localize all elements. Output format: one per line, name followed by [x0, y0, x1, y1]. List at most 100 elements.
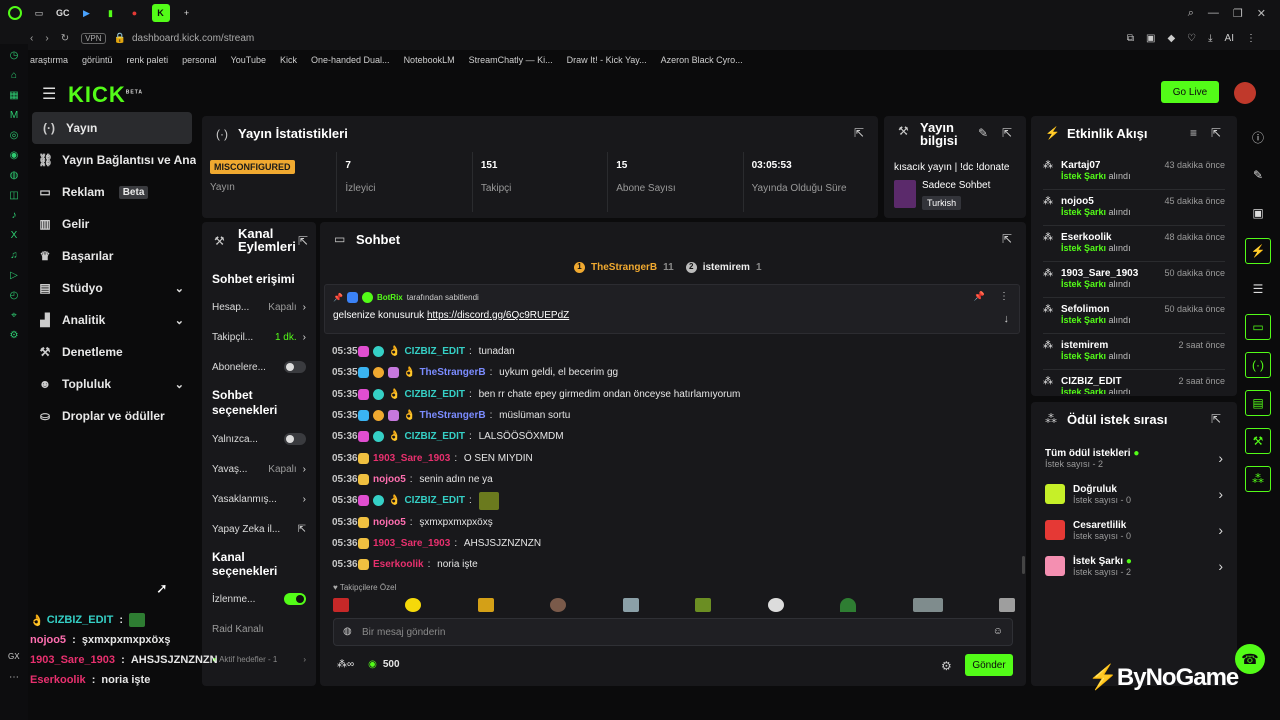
reward-all[interactable]: Tüm ödül istekleri ● İstek sayısı - 2 ›	[1045, 440, 1223, 476]
bookmark-item[interactable]: personal	[182, 55, 217, 65]
reward-item[interactable]: Cesaretlilik İstek sayısı - 0 ›	[1045, 512, 1223, 548]
download-icon[interactable]: ⤓	[1208, 33, 1212, 44]
bookmark-item[interactable]: NotebookLM	[404, 55, 455, 65]
sidebar-item-studyo[interactable]: ▤ Stüdyo ⌄	[28, 272, 196, 304]
sidebar-item-reklam[interactable]: ▭ Reklam Beta	[28, 176, 196, 208]
vpn-badge[interactable]: VPN	[81, 32, 106, 44]
url-text[interactable]: dashboard.kick.com/stream	[132, 33, 254, 44]
expand-icon[interactable]: ↓	[1004, 313, 1010, 325]
tiktok-icon[interactable]: ♪	[12, 210, 17, 221]
popout-icon[interactable]: ⇱	[1211, 412, 1221, 426]
popout-icon[interactable]: ⇱	[854, 126, 864, 140]
snapshot-icon[interactable]: ▣	[1146, 33, 1155, 44]
sidebar-item-basarilar[interactable]: ♛ Başarılar	[28, 240, 196, 272]
send-button[interactable]: Gönder	[965, 654, 1013, 676]
emote-icon[interactable]	[998, 598, 1015, 612]
search-icon[interactable]: ⌕	[1188, 7, 1194, 20]
bookmark-item[interactable]: araştırma	[30, 55, 68, 65]
hamburger-icon[interactable]: ☰	[42, 84, 56, 104]
actions-icon[interactable]: ▤	[1245, 390, 1271, 416]
tab-flame-icon[interactable]: ●	[128, 6, 142, 20]
emote-icon[interactable]	[695, 598, 712, 612]
chatgpt-icon[interactable]: ◎	[10, 130, 19, 141]
bookmark-item[interactable]: YouTube	[231, 55, 266, 65]
emoji-icon[interactable]: ☺	[993, 626, 1003, 637]
reward-item[interactable]: Doğruluk İstek sayısı - 0 ›	[1045, 476, 1223, 512]
sidebar-item-analitik[interactable]: ▟ Analitik ⌄	[28, 304, 196, 336]
emote-icon[interactable]	[912, 598, 943, 612]
setting-slow-mode[interactable]: Yavaş... Kapalı ›	[202, 454, 316, 484]
bookmark-item[interactable]: renk paleti	[127, 55, 169, 65]
stats-icon[interactable]: ▣	[1245, 200, 1271, 226]
gx-icon[interactable]: GX	[8, 652, 20, 661]
sidebar-item-gelir[interactable]: ▥ Gelir	[28, 208, 196, 240]
bookmark-item[interactable]: görüntü	[82, 55, 113, 65]
setting-ai-moderation[interactable]: Yapay Zeka il... ⇱	[202, 514, 316, 544]
sidebar-item-stream-key[interactable]: ⛓Yayın Bağlantısı ve Anahtarı	[28, 144, 196, 176]
ai-label[interactable]: AI	[1225, 33, 1234, 44]
address-bar[interactable]: ‹ › ↻ VPN 🔒 dashboard.kick.com/stream ⧉ …	[30, 28, 1280, 48]
emote-icon[interactable]	[333, 598, 349, 612]
popout-icon[interactable]: ⇱	[298, 234, 308, 248]
scrollbar[interactable]	[1022, 556, 1025, 574]
popout-icon[interactable]: ⇱	[1002, 126, 1012, 140]
setting-banned-words[interactable]: Yasaklanmış... ›	[202, 484, 316, 514]
chat-input[interactable]: ◍ Bir mesaj gönderin ☺	[333, 618, 1013, 646]
tab-play-icon[interactable]: ▶	[80, 6, 94, 20]
emote-icon[interactable]	[477, 598, 494, 612]
close-icon[interactable]: ✕	[1257, 7, 1266, 20]
workspace-icon[interactable]: ▦	[9, 90, 18, 101]
tab-gc[interactable]: GC	[56, 6, 70, 20]
setting-followers-only[interactable]: Takipçil... 1 dk. ›	[202, 322, 316, 352]
bookmark-icon[interactable]: ♡	[1187, 33, 1196, 44]
popout-icon[interactable]: ⇱	[1211, 126, 1221, 140]
chat-settings-icon[interactable]: ◍	[343, 626, 352, 637]
bookmark-item[interactable]: Draw It! - Kick Yay...	[567, 55, 647, 65]
tab-kick-active[interactable]: K	[151, 4, 170, 22]
pin-icon[interactable]: ⌖	[11, 310, 17, 321]
emote-icon[interactable]	[550, 598, 567, 612]
list-icon[interactable]: ☰	[1245, 276, 1271, 302]
bookmark-item[interactable]: StreamChatly — Ki...	[469, 55, 553, 65]
more-icon[interactable]: ⋯	[9, 672, 19, 683]
player-icon[interactable]: ▷	[10, 270, 18, 281]
help-button[interactable]: ☎	[1235, 644, 1265, 674]
shield-icon[interactable]: ◆	[1167, 33, 1175, 44]
bookmark-item[interactable]: One-handed Dual...	[311, 55, 390, 65]
forward-icon[interactable]: ›	[45, 33, 48, 44]
menu-icon[interactable]: ⋮	[1246, 33, 1256, 44]
reload-icon[interactable]: ↻	[61, 33, 69, 44]
m-icon[interactable]: M	[10, 110, 18, 121]
restore-icon[interactable]: ❐	[1233, 7, 1243, 20]
reward-icon[interactable]: ⁂∞	[337, 659, 354, 670]
wrench-icon[interactable]: ⚒	[1245, 428, 1271, 454]
instagram-icon[interactable]: ◫	[9, 190, 18, 201]
more-icon[interactable]: ⋮	[999, 291, 1009, 302]
kick-logo[interactable]: KICKBETA	[68, 82, 143, 108]
sidebar-item-topluluk[interactable]: ☻ Topluluk ⌄	[28, 368, 196, 400]
tab-bars-icon[interactable]: ▮	[104, 6, 118, 20]
aria-icon[interactable]: ⌂	[11, 70, 17, 81]
viewers-toggle[interactable]	[284, 593, 306, 605]
sidebar-item-droplar[interactable]: ⛀ Droplar ve ödüller	[28, 400, 196, 432]
broadcast-icon[interactable]: (·)	[1245, 352, 1271, 378]
filter-icon[interactable]: ≡	[1190, 126, 1197, 140]
edit-icon[interactable]: ✎	[1245, 162, 1271, 188]
opera-icon[interactable]	[8, 6, 22, 20]
setting-account-age[interactable]: Hesap... Kapalı ›	[202, 292, 316, 322]
minimize-icon[interactable]: —	[1208, 7, 1219, 20]
reward-item[interactable]: İstek Şarkı ● İstek sayısı - 2 ›	[1045, 548, 1223, 584]
edit-icon[interactable]: ✎	[978, 126, 988, 140]
new-tab-icon[interactable]: +	[180, 6, 194, 20]
pinned-link[interactable]: https://discord.gg/6Qc9RUEPdZ	[427, 310, 569, 321]
gift-icon[interactable]: ⁂	[1245, 466, 1271, 492]
popout-icon[interactable]: ⇱	[1002, 232, 1012, 246]
go-live-button[interactable]: Go Live	[1161, 81, 1219, 103]
back-icon[interactable]: ‹	[30, 33, 33, 44]
emote-icon[interactable]	[767, 598, 784, 612]
speed-dial-icon[interactable]: ◷	[10, 50, 19, 61]
sidebar-item-yayin[interactable]: (·) Yayın	[32, 112, 192, 144]
music-icon[interactable]: ♫	[10, 250, 18, 261]
info-icon[interactable]: ⓘ	[1245, 124, 1271, 150]
history-icon[interactable]: ◴	[10, 290, 19, 301]
